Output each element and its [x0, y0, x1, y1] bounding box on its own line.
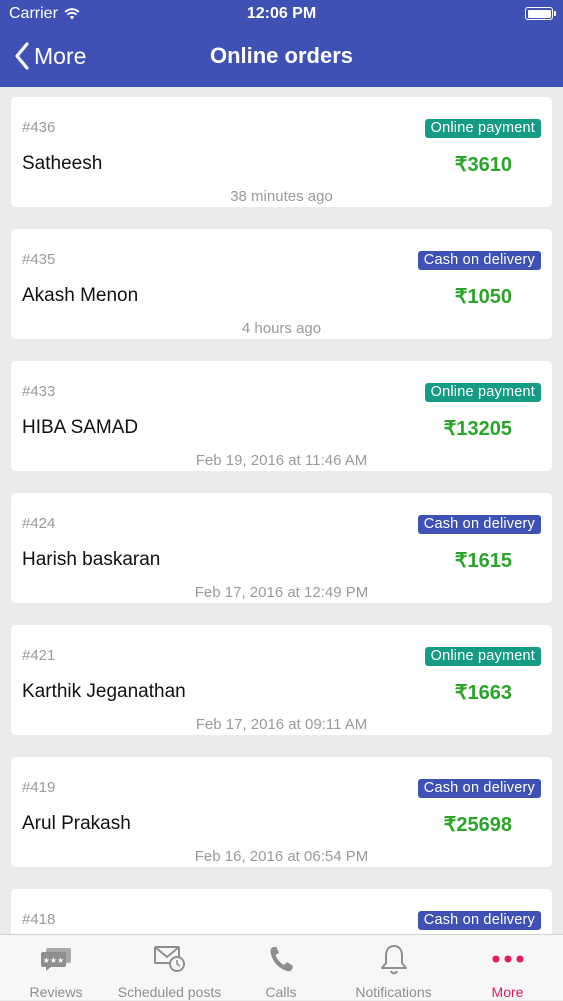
tab-reviews[interactable]: ★★★ Reviews: [0, 935, 112, 1001]
order-time: Feb 16, 2016 at 06:54 PM: [194, 848, 369, 865]
order-amount: ₹13205: [443, 418, 512, 440]
status-bar: Carrier 12:06 PM: [0, 0, 563, 28]
order-time: Feb 17, 2016 at 12:49 PM: [194, 584, 369, 601]
order-time: 38 minutes ago: [230, 188, 333, 205]
status-time: 12:06 PM: [246, 5, 317, 22]
tab-label: Calls: [265, 984, 297, 1000]
page-title: Online orders: [209, 43, 354, 68]
order-list[interactable]: #436 Online payment Satheesh ₹3610 38 mi…: [0, 87, 563, 934]
payment-badge: Online payment: [424, 647, 541, 666]
customer-name: Karthik Jeganathan: [22, 681, 186, 702]
payment-badge: Cash on delivery: [417, 251, 541, 270]
tab-calls[interactable]: Calls: [227, 935, 335, 1001]
customer-name: Arul Prakash: [22, 813, 131, 834]
svg-text:★★★: ★★★: [43, 956, 65, 965]
phone-icon: [270, 947, 293, 972]
order-number: #419: [22, 779, 56, 796]
reviews-icon: ★★★: [41, 948, 71, 971]
payment-badge: Online payment: [424, 383, 541, 402]
payment-badge: Online payment: [424, 119, 541, 138]
order-card[interactable]: #436 Online payment Satheesh ₹3610 38 mi…: [11, 97, 552, 207]
scheduled-posts-icon: [153, 946, 185, 972]
tab-label: Reviews: [29, 984, 83, 1000]
order-number: #433: [22, 383, 56, 400]
bell-icon: [380, 945, 407, 975]
order-number: #436: [22, 119, 56, 136]
payment-badge: Cash on delivery: [417, 515, 541, 534]
order-amount: ₹25698: [443, 814, 512, 836]
tab-more[interactable]: More: [452, 935, 563, 1001]
order-number: #424: [22, 515, 56, 532]
tab-label: Scheduled posts: [117, 984, 222, 1000]
order-amount: ₹1615: [454, 550, 512, 572]
order-amount: ₹3610: [454, 154, 512, 176]
order-time: Feb 17, 2016 at 09:11 AM: [195, 716, 368, 733]
more-dots-icon: [492, 955, 523, 963]
order-card[interactable]: #421 Online payment Karthik Jeganathan ₹…: [11, 625, 552, 735]
customer-name: Harish baskaran: [22, 549, 161, 570]
order-card[interactable]: #418 Cash on delivery: [11, 889, 552, 934]
tab-label: More: [491, 984, 524, 1000]
battery-icon: [525, 7, 556, 20]
order-number: #421: [22, 647, 56, 664]
tab-notifications[interactable]: Notifications: [335, 935, 452, 1001]
customer-name: Akash Menon: [22, 285, 139, 306]
navigation-bar: More Online orders: [0, 28, 563, 87]
payment-badge: Cash on delivery: [417, 779, 541, 798]
order-time: 4 hours ago: [241, 320, 322, 337]
tab-label: Notifications: [355, 984, 432, 1000]
order-card[interactable]: #433 Online payment HIBA SAMAD ₹13205 Fe…: [11, 361, 552, 471]
order-number: #418: [22, 911, 56, 928]
order-card[interactable]: #424 Cash on delivery Harish baskaran ₹1…: [11, 493, 552, 603]
order-amount: ₹1663: [454, 682, 512, 704]
order-card[interactable]: #435 Cash on delivery Akash Menon ₹1050 …: [11, 229, 552, 339]
tab-bar: ★★★ Reviews Scheduled posts Calls Notifi…: [0, 934, 563, 1000]
order-time: Feb 19, 2016 at 11:46 AM: [195, 452, 368, 469]
order-card[interactable]: #419 Cash on delivery Arul Prakash ₹2569…: [11, 757, 552, 867]
customer-name: HIBA SAMAD: [22, 417, 139, 438]
order-amount: ₹1050: [454, 286, 512, 308]
payment-badge: Cash on delivery: [417, 911, 541, 930]
tab-scheduled-posts[interactable]: Scheduled posts: [112, 935, 227, 1001]
customer-name: Satheesh: [22, 153, 103, 174]
order-number: #435: [22, 251, 56, 268]
